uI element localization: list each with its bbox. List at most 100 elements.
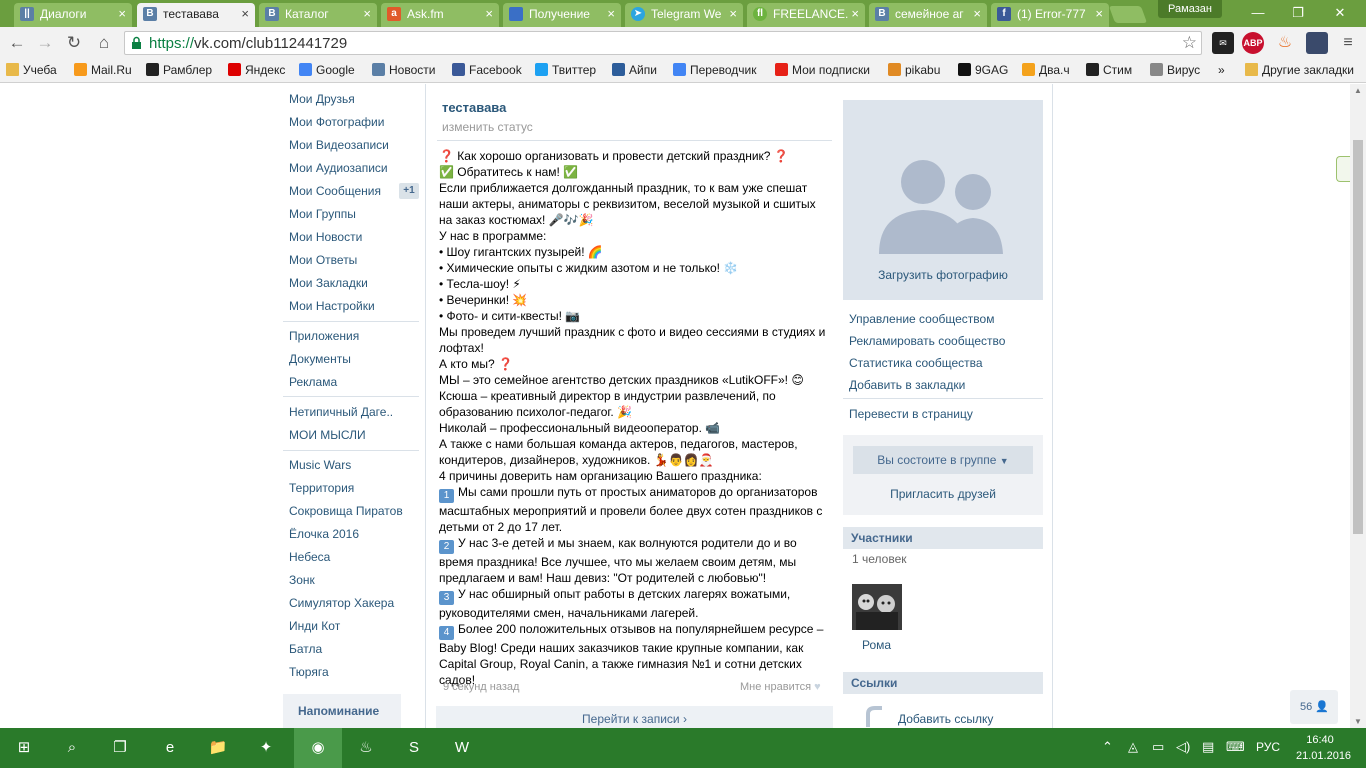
taskbar-button[interactable]: ⊞ — [0, 728, 48, 768]
left-menu-app-link[interactable]: Зонк — [289, 573, 315, 587]
browser-tab[interactable]: a Ask.fm × — [381, 3, 499, 27]
left-menu-item[interactable]: Мои Аудиозаписи — [289, 161, 388, 175]
close-icon[interactable]: × — [363, 3, 371, 25]
reload-icon[interactable]: ↻ — [63, 32, 85, 54]
app-icon[interactable] — [1306, 32, 1328, 54]
left-menu-item[interactable]: Приложения — [289, 329, 359, 343]
online-friends-button[interactable]: 56 👤 — [1290, 690, 1338, 724]
language-indicator[interactable]: РУС — [1256, 740, 1280, 754]
taskbar-button[interactable]: 📁 — [194, 728, 242, 768]
left-menu-item[interactable]: Мои Друзья — [289, 92, 355, 106]
add-to-bookmarks-link[interactable]: Добавить в закладки — [849, 378, 965, 392]
close-icon[interactable]: × — [729, 3, 737, 25]
close-icon[interactable]: × — [485, 3, 493, 25]
left-menu-app-link[interactable]: Небеса — [289, 550, 330, 564]
left-menu-page-link[interactable]: Нетипичный Даге.. — [289, 405, 393, 419]
scroll-up-icon[interactable]: ▲ — [1350, 86, 1366, 95]
browser-tab[interactable]: ➤ Telegram We × — [625, 3, 743, 27]
page-scrollbar[interactable]: ▲ ▼ — [1350, 84, 1366, 728]
left-menu-item[interactable]: Мои Ответы — [289, 253, 357, 267]
menu-icon[interactable]: ≡ — [1337, 32, 1359, 54]
close-icon[interactable]: × — [1095, 3, 1103, 25]
adblock-icon[interactable]: ABP — [1242, 32, 1264, 54]
left-menu-item[interactable]: Мои Сообщения — [289, 184, 381, 198]
bookmark-item[interactable]: Google — [299, 63, 355, 77]
convert-to-page-link[interactable]: Перевести в страницу — [849, 407, 973, 421]
go-to-post-button[interactable]: Перейти к записи › — [436, 706, 833, 728]
left-menu-app-link[interactable]: Сокровища Пиратов — [289, 504, 403, 518]
post-timestamp[interactable]: 9 секунд назад — [443, 681, 519, 693]
left-menu-app-link[interactable]: Территория — [289, 481, 354, 495]
flame-icon[interactable]: ♨ — [1274, 32, 1296, 54]
taskbar-button[interactable]: ❐ — [96, 728, 144, 768]
bookmark-item[interactable]: Другие закладки — [1245, 63, 1354, 77]
membership-dropdown-button[interactable]: Вы состоите в группе ▼ — [853, 446, 1033, 474]
messages-badge[interactable]: +1 — [399, 183, 419, 199]
left-menu-app-link[interactable]: Симулятор Хакера — [289, 596, 394, 610]
bookmark-item[interactable]: Мои подписки — [775, 63, 870, 77]
left-menu-item[interactable]: Документы — [289, 352, 351, 366]
members-header[interactable]: Участники — [843, 527, 1043, 549]
browser-tab[interactable]: В семейное аг × — [869, 3, 987, 27]
browser-tab[interactable]: || Диалоги × — [14, 3, 132, 27]
bookmark-item[interactable]: Facebook — [452, 63, 522, 77]
side-widget-tab[interactable] — [1336, 156, 1350, 182]
bookmark-item[interactable]: Яндекс — [228, 63, 285, 77]
left-menu-item[interactable]: Мои Видеозаписи — [289, 138, 389, 152]
browser-tab-active[interactable]: В теставава × — [137, 3, 255, 27]
left-menu-item[interactable]: Мои Настройки — [289, 299, 375, 313]
bookmark-item[interactable]: 9GAG — [958, 63, 1008, 77]
invite-friends-link[interactable]: Пригласить друзей — [843, 487, 1043, 501]
battery-icon[interactable]: ▭ — [1152, 739, 1164, 755]
bookmark-item[interactable]: Стим — [1086, 63, 1132, 77]
scrollbar-thumb[interactable] — [1353, 140, 1363, 534]
taskbar-button[interactable]: ♨ — [342, 728, 390, 768]
taskbar-button[interactable]: e — [146, 728, 194, 768]
close-icon[interactable]: × — [118, 3, 126, 25]
home-icon[interactable]: ⌂ — [93, 32, 115, 54]
taskbar-button[interactable]: W — [438, 728, 486, 768]
taskbar-button[interactable]: ✦ — [242, 728, 290, 768]
bookmark-item[interactable]: Mail.Ru — [74, 63, 132, 77]
notifier-icon[interactable]: ✉ — [1212, 32, 1234, 54]
close-icon[interactable]: × — [851, 3, 859, 25]
clock[interactable]: 16:40 21.01.2016 — [1296, 732, 1351, 764]
back-icon[interactable]: ← — [6, 32, 28, 54]
bookmark-item[interactable]: Айпи — [612, 63, 657, 77]
upload-photo-link[interactable]: Загрузить фотографию — [843, 268, 1043, 282]
manage-community-link[interactable]: Управление сообществом — [849, 312, 994, 326]
chevron-up-icon[interactable]: ⌃ — [1102, 739, 1113, 755]
network-icon[interactable]: ◬ — [1128, 739, 1138, 755]
left-menu-app-link[interactable]: Ёлочка 2016 — [289, 527, 359, 541]
left-menu-page-link[interactable]: МОИ МЫСЛИ — [289, 428, 366, 442]
left-menu-app-link[interactable]: Батла — [289, 642, 322, 656]
restore-icon[interactable]: ❐ — [1280, 3, 1316, 23]
action-center-icon[interactable]: ▤ — [1202, 739, 1214, 755]
taskbar-button[interactable]: ◉ — [294, 728, 342, 768]
volume-icon[interactable]: ◁) — [1176, 739, 1190, 755]
add-link-icon[interactable] — [866, 706, 884, 728]
left-menu-app-link[interactable]: Инди Кот — [289, 619, 340, 633]
keyboard-icon[interactable]: ⌨ — [1226, 739, 1245, 755]
close-window-icon[interactable]: ✕ — [1322, 3, 1358, 23]
change-status-link[interactable]: изменить статус — [442, 120, 533, 134]
left-menu-item[interactable]: Мои Новости — [289, 230, 362, 244]
advertise-community-link[interactable]: Рекламировать сообщество — [849, 334, 1005, 348]
forward-icon[interactable]: → — [34, 32, 56, 54]
community-stats-link[interactable]: Статистика сообщества — [849, 356, 983, 370]
bookmark-item[interactable]: Вирус — [1150, 63, 1200, 77]
close-icon[interactable]: × — [241, 3, 249, 25]
left-menu-item[interactable]: Мои Фотографии — [289, 115, 384, 129]
bookmark-item[interactable]: Учеба — [6, 63, 57, 77]
bookmark-item[interactable]: Твиттер — [535, 63, 596, 77]
left-menu-app-link[interactable]: Music Wars — [289, 458, 351, 472]
new-tab-button[interactable] — [1108, 6, 1148, 23]
close-icon[interactable]: × — [973, 3, 981, 25]
close-icon[interactable]: × — [607, 3, 615, 25]
browser-tab[interactable]: f (1) Error-777 × — [991, 3, 1109, 27]
browser-tab[interactable]: Получение × — [503, 3, 621, 27]
left-menu-item[interactable]: Мои Группы — [289, 207, 356, 221]
member-name-link[interactable]: Рома — [862, 638, 891, 652]
bookmark-item[interactable]: Новости — [372, 63, 435, 77]
bookmark-item[interactable]: Два.ч — [1022, 63, 1070, 77]
